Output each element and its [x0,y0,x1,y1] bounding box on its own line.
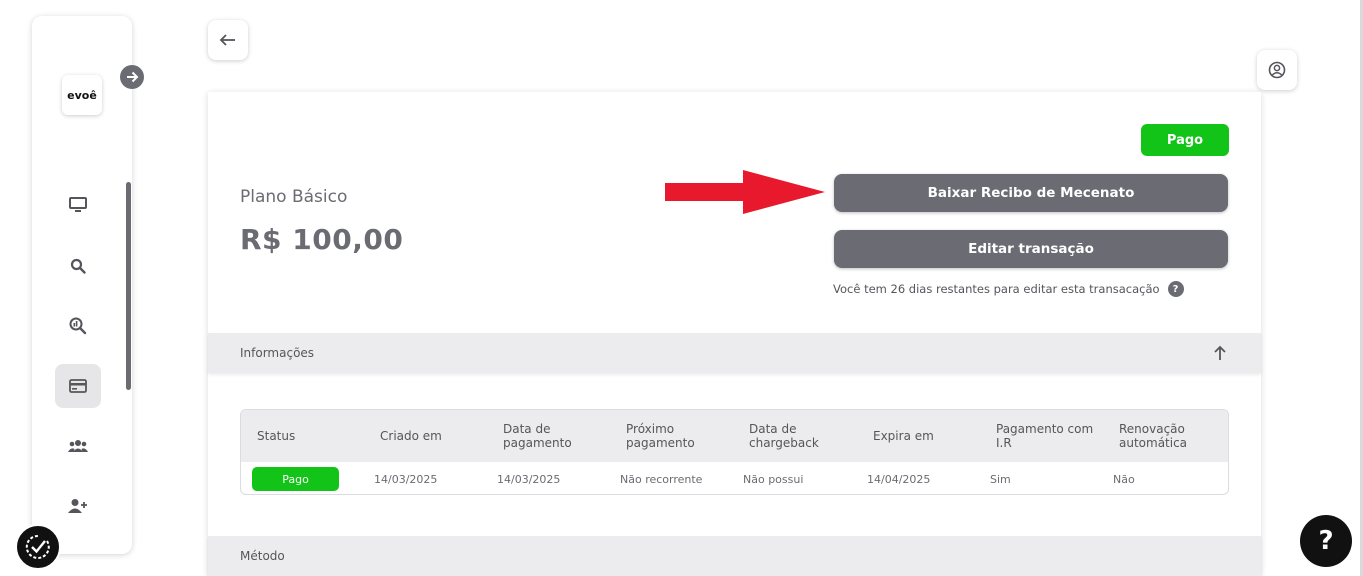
edit-transaction-button[interactable]: Editar transação [834,230,1228,268]
user-menu-button[interactable] [1257,50,1297,90]
info-section-title: Informações [240,346,315,360]
sidebar-scrollbar[interactable] [126,182,131,390]
table-cell: 14/03/2025 [374,472,438,486]
sidebar-expand-button[interactable] [120,65,144,89]
table-cell: Não recorrente [620,472,703,486]
sidebar-item-search[interactable] [55,244,101,288]
table-header-cell: Data de chargeback [749,422,819,450]
table-cell: Não possui [743,472,804,486]
group-icon [68,440,88,452]
arrow-left-icon [219,34,235,46]
info-section-header[interactable]: Informações [208,333,1261,373]
table-cell-status: Pago [252,462,339,494]
annotation-arrow-icon [665,170,825,214]
sidebar-item-groups[interactable] [55,424,101,468]
plan-name: Plano Básico [240,187,348,207]
table-cell: 14/03/2025 [497,472,561,486]
edit-deadline-note: Você tem 26 dias restantes para editar e… [833,281,1184,297]
table-header-cell: Expira em [873,429,934,443]
arrow-up-icon[interactable] [1212,345,1228,361]
edit-note-text: Você tem 26 dias restantes para editar e… [833,282,1160,296]
monitor-icon [69,197,87,212]
user-circle-icon [1268,61,1286,79]
back-button[interactable] [208,20,248,60]
download-receipt-button[interactable]: Baixar Recibo de Mecenato [834,174,1228,212]
arrow-right-icon [127,71,139,83]
sidebar-item-payments[interactable] [55,364,101,408]
status-pill: Pago [252,467,339,491]
sidebar-item-analytics-search[interactable] [55,304,101,348]
table-cell: 14/04/2025 [867,472,931,486]
table-header-cell: Próximo pagamento [626,422,695,450]
table-header-cell: Pagamento com I.R [996,422,1094,450]
help-button[interactable]: ? [1300,515,1352,567]
table-header-cell: Status [257,429,296,443]
logo[interactable]: evoê [62,75,102,115]
sidebar-item-monitor[interactable] [55,183,101,227]
method-section-header[interactable]: Método [208,536,1261,576]
sidebar: evoê [32,16,132,554]
table-cell: Sim [990,472,1011,486]
table-header-cell: Data de pagamento [503,422,572,450]
sidebar-item-add-user[interactable] [55,484,101,528]
status-badge: Pago [1141,124,1229,156]
accessibility-button[interactable] [15,524,61,570]
accessibility-check-icon [25,534,50,559]
table-cell: Não [1113,472,1135,486]
search-icon [70,258,86,274]
analytics-search-icon [69,317,87,335]
table-header-cell: Criado em [380,429,442,443]
table-header: Status Criado em Data de pagamento Próxi… [241,410,1228,462]
credit-card-icon [69,379,87,393]
add-user-icon [68,499,87,513]
transaction-info-table: Status Criado em Data de pagamento Próxi… [240,409,1229,495]
transaction-card: Pago Plano Básico R$ 100,00 Baixar Recib… [208,92,1261,576]
method-section-title: Método [240,549,285,563]
table-header-cell: Renovação automática [1119,422,1188,450]
plan-price: R$ 100,00 [240,223,404,256]
help-tooltip-icon[interactable]: ? [1167,281,1184,297]
